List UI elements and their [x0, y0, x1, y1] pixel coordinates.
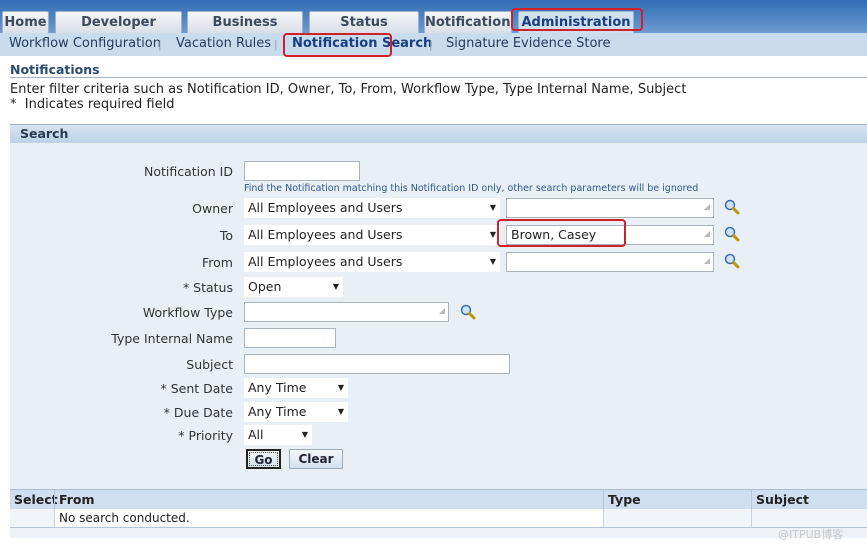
subject-input[interactable]	[244, 354, 510, 374]
watermark: @ITPUB博客	[778, 528, 844, 541]
status-label: * Status	[182, 280, 233, 295]
dropdown-arrow-icon: ▼	[489, 257, 496, 266]
subnav-vacation-rules[interactable]: Vacation Rules	[176, 36, 271, 51]
highlight-box	[511, 8, 643, 31]
search-header: Search	[10, 124, 867, 143]
column-subject[interactable]: Subject	[751, 490, 809, 509]
tab-status-monitor[interactable]: Status Monitor	[309, 11, 419, 52]
dropdown-arrow-icon: ▼	[301, 430, 308, 439]
owner-select[interactable]: All Employees and Users ▼	[244, 198, 500, 218]
type-internal-name-input[interactable]	[244, 328, 336, 348]
type-internal-name-label: Type Internal Name	[111, 331, 233, 346]
dropdown-arrow-icon: ▼	[489, 203, 496, 212]
highlight-box	[283, 33, 392, 57]
from-select[interactable]: All Employees and Users ▼	[244, 252, 500, 272]
sent-date-value: Any Time	[248, 380, 307, 395]
resize-icon: ◢	[703, 229, 710, 238]
empty-message: No search conducted.	[54, 509, 604, 527]
search-icon[interactable]	[724, 253, 740, 269]
subnav-signature-evidence-store[interactable]: Signature Evidence Store	[446, 36, 611, 51]
dropdown-arrow-icon: ▼	[337, 383, 344, 392]
due-date-label: * Due Date	[163, 405, 233, 420]
resize-icon: ◢	[703, 256, 710, 265]
dropdown-arrow-icon: ▼	[337, 407, 344, 416]
notification-id-label: Notification ID	[143, 164, 233, 179]
owner-select-value: All Employees and Users	[248, 200, 403, 215]
divider	[10, 77, 867, 78]
clear-button[interactable]: Clear	[289, 449, 343, 469]
to-select-value: All Employees and Users	[248, 227, 403, 242]
subject-label: Subject	[186, 357, 233, 372]
resize-icon: ◢	[438, 306, 445, 315]
to-label: To	[219, 228, 233, 243]
column-from[interactable]: From	[54, 490, 95, 509]
owner-input[interactable]: ◢	[506, 198, 714, 218]
required-note: * Indicates required field	[10, 97, 175, 112]
search-icon[interactable]	[724, 199, 740, 215]
status-value: Open	[248, 279, 282, 294]
dropdown-arrow-icon: ▼	[489, 230, 496, 239]
sent-date-select[interactable]: Any Time ▼	[244, 378, 348, 398]
separator: |	[274, 38, 278, 51]
go-button[interactable]: Go	[246, 449, 281, 469]
due-date-select[interactable]: Any Time ▼	[244, 402, 348, 422]
to-select[interactable]: All Employees and Users ▼	[244, 225, 500, 245]
search-icon[interactable]	[724, 226, 740, 242]
page-title: Notifications	[10, 62, 100, 77]
tab-notifications[interactable]: Notifications	[424, 11, 512, 34]
tab-business-events[interactable]: Business Events	[187, 11, 303, 52]
due-date-value: Any Time	[248, 404, 307, 419]
section-title: Search	[20, 126, 69, 141]
table-footer	[10, 528, 867, 538]
workflow-type-input[interactable]: ◢	[244, 302, 449, 322]
tab-home[interactable]: Home	[2, 11, 49, 34]
highlight-box	[497, 219, 626, 247]
status-select[interactable]: Open ▼	[244, 277, 343, 297]
column-type[interactable]: Type	[603, 490, 641, 509]
workflow-type-label: Workflow Type	[142, 305, 233, 320]
subnav-workflow-configuration[interactable]: Workflow Configuration	[9, 36, 161, 51]
separator: |	[429, 38, 433, 51]
column-select: Select	[14, 492, 58, 507]
notification-id-hint: Find the Notification matching this Noti…	[244, 183, 699, 194]
instructions: Enter filter criteria such as Notificati…	[10, 82, 687, 97]
table-row: No search conducted.	[10, 509, 867, 528]
divider	[751, 509, 752, 527]
separator: |	[158, 38, 162, 51]
notification-id-input[interactable]	[244, 161, 360, 181]
from-select-value: All Employees and Users	[248, 254, 403, 269]
resize-icon: ◢	[703, 202, 710, 211]
search-icon[interactable]	[460, 304, 476, 320]
dropdown-arrow-icon: ▼	[332, 282, 339, 291]
tab-developer-studio[interactable]: Developer Studio	[55, 11, 182, 52]
priority-value: All	[248, 427, 264, 442]
from-input[interactable]: ◢	[506, 252, 714, 272]
priority-select[interactable]: All ▼	[244, 425, 312, 445]
owner-label: Owner	[192, 201, 233, 216]
priority-label: * Priority	[178, 428, 233, 443]
sent-date-label: * Sent Date	[160, 381, 233, 396]
from-label: From	[202, 255, 233, 270]
results-table-header	[10, 489, 867, 509]
